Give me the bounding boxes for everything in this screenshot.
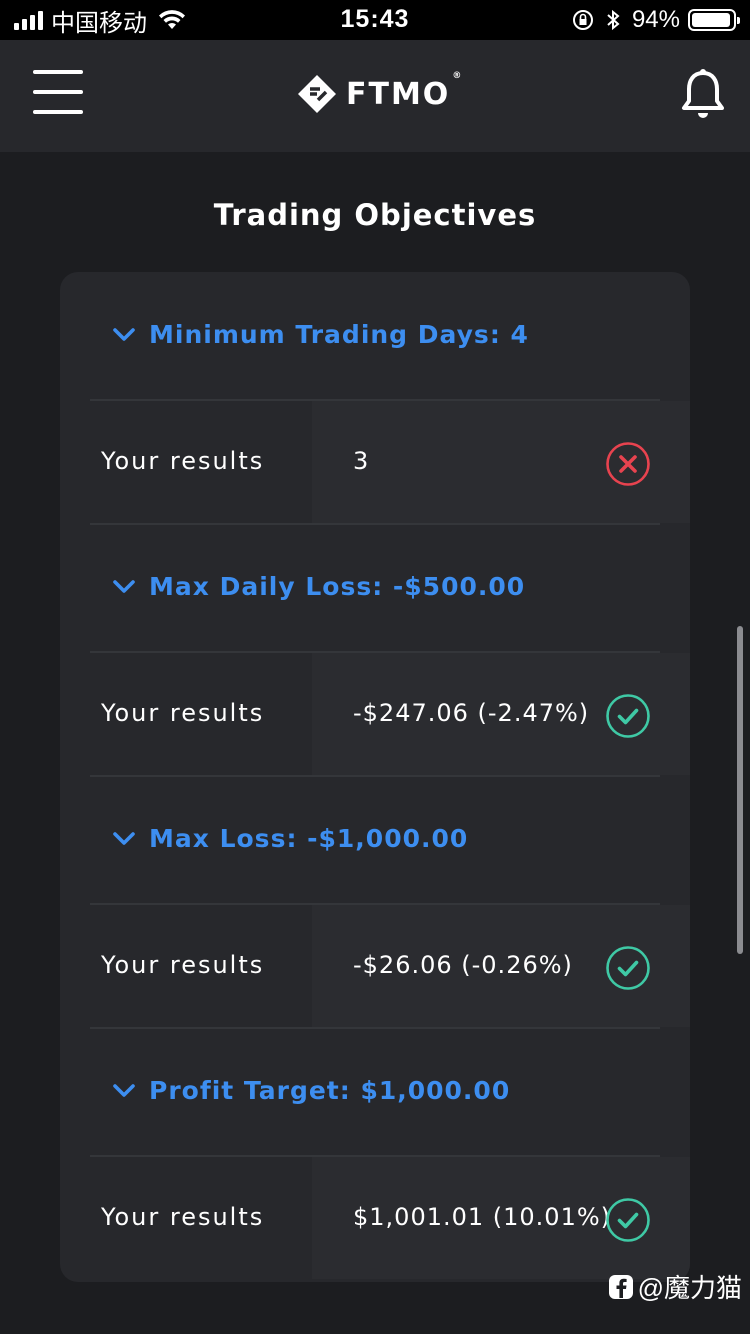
result-value: -$247.06 (-2.47%): [353, 699, 590, 727]
page-title: Trading Objectives: [213, 198, 537, 232]
ftmo-logo-mark-icon: [298, 75, 336, 113]
result-label: Your results: [101, 951, 265, 979]
bluetooth-icon: [607, 9, 620, 31]
objective-result-row: Your results -$247.06 (-2.47%): [60, 653, 690, 775]
x-circle-icon: [606, 442, 650, 486]
logo-wordmark: FTMO: [346, 76, 451, 112]
objective-header-toggle[interactable]: Minimum Trading Days: 4: [60, 272, 690, 400]
app-header: FTMO®: [0, 40, 750, 152]
objective-title: Profit Target: $1,000.00: [149, 1076, 511, 1105]
objective-section: Profit Target: $1,000.00 Your results $1…: [60, 1028, 690, 1280]
facebook-icon: [608, 1274, 633, 1299]
objective-title: Max Loss: -$1,000.00: [149, 824, 469, 853]
check-circle-icon: [606, 694, 650, 738]
result-value: $1,001.01 (10.01%): [353, 1203, 612, 1231]
status-bar-right: 94%: [572, 6, 740, 34]
objective-header-toggle[interactable]: Profit Target: $1,000.00: [60, 1028, 690, 1156]
result-label: Your results: [101, 699, 265, 727]
rotation-lock-icon: [572, 10, 593, 30]
chevron-down-icon: [113, 832, 135, 845]
status-bar: 中国移动 15:43 94%: [0, 0, 750, 40]
check-circle-icon: [606, 1198, 650, 1242]
watermark: @魔力猫: [608, 1268, 742, 1305]
result-label: Your results: [101, 447, 265, 475]
objective-title: Max Daily Loss: -$500.00: [149, 572, 526, 601]
result-label: Your results: [101, 1203, 265, 1231]
objective-header-toggle[interactable]: Max Daily Loss: -$500.00: [60, 524, 690, 652]
chevron-down-icon: [113, 328, 135, 341]
objective-section: Minimum Trading Days: 4 Your results 3: [60, 272, 690, 525]
objective-result-row: Your results -$26.06 (-0.26%): [60, 905, 690, 1027]
battery-level: [692, 13, 730, 27]
ftmo-logo[interactable]: FTMO®: [296, 71, 463, 116]
objective-result-row: Your results $1,001.01 (10.01%): [60, 1157, 690, 1279]
bell-icon[interactable]: [680, 68, 726, 120]
result-value: -$26.06 (-0.26%): [353, 951, 573, 979]
objective-section: Max Loss: -$1,000.00 Your results -$26.0…: [60, 776, 690, 1029]
menu-icon[interactable]: [33, 70, 83, 116]
objective-header-toggle[interactable]: Max Loss: -$1,000.00: [60, 776, 690, 904]
result-value: 3: [353, 447, 370, 475]
objectives-card: Minimum Trading Days: 4 Your results 3 M…: [60, 272, 690, 1282]
objective-result-row: Your results 3: [60, 401, 690, 523]
registered-mark: ®: [452, 70, 464, 81]
scrollbar[interactable]: [737, 626, 743, 954]
battery-percent: 94%: [631, 6, 680, 33]
check-circle-icon: [606, 946, 650, 990]
objective-title: Minimum Trading Days: 4: [149, 320, 529, 349]
objective-section: Max Daily Loss: -$500.00 Your results -$…: [60, 524, 690, 777]
chevron-down-icon: [113, 1084, 135, 1097]
chevron-down-icon: [113, 580, 135, 593]
logo-text: FTMO®: [346, 71, 463, 112]
watermark-text: @魔力猫: [637, 1273, 742, 1303]
battery-icon: [688, 9, 740, 31]
